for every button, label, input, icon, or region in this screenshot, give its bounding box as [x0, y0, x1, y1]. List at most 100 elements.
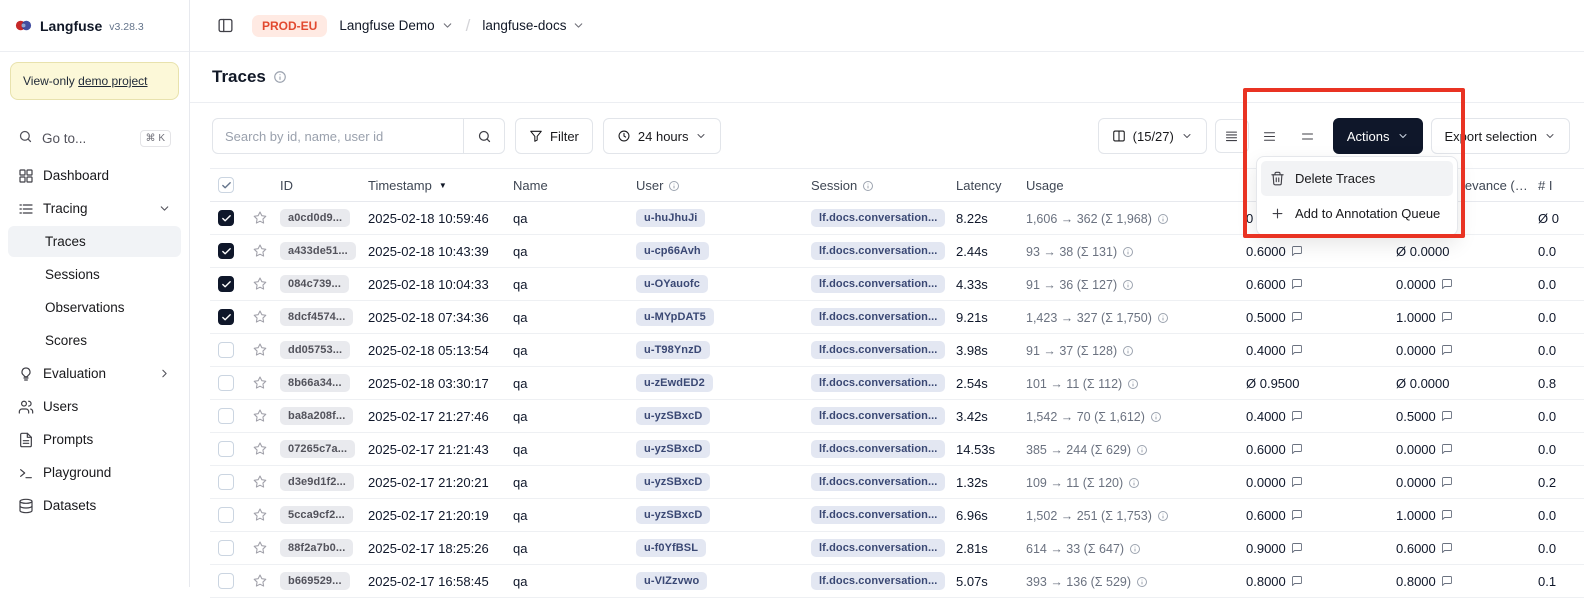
trace-row[interactable]: b669529...2025-02-17 16:58:45qau-VIZzvwo… [210, 565, 1584, 598]
row-height-large-button[interactable] [1291, 119, 1325, 153]
sidebar-item-playground[interactable]: Playground [8, 457, 181, 488]
export-selection-button[interactable]: Export selection [1431, 118, 1571, 154]
trace-id-badge[interactable]: 8dcf4574... [280, 308, 353, 326]
bookmark-star-icon[interactable] [252, 276, 264, 292]
bookmark-star-icon[interactable] [252, 243, 264, 259]
trace-row[interactable]: 88f2a7b0...2025-02-17 18:25:26qau-f0YfBS… [210, 532, 1584, 565]
user-badge[interactable]: u-T98YnzD [636, 341, 710, 359]
user-badge[interactable]: u-VIZzvwo [636, 572, 707, 590]
time-range-button[interactable]: 24 hours [603, 118, 722, 154]
session-badge[interactable]: lf.docs.conversation... [811, 242, 945, 260]
project-switcher[interactable]: langfuse-docs [482, 18, 585, 33]
menu-item-add-to-annotation-queue[interactable]: Add to Annotation Queue [1261, 196, 1453, 231]
user-badge[interactable]: u-MYpDAT5 [636, 308, 714, 326]
user-badge[interactable]: u-yzSBxcD [636, 506, 710, 524]
row-checkbox[interactable] [218, 309, 234, 325]
select-all-checkbox[interactable] [218, 177, 234, 193]
trace-id-badge[interactable]: 5cca9cf2... [280, 506, 353, 524]
trace-id-badge[interactable]: a433de51... [280, 242, 356, 260]
bookmark-star-icon[interactable] [252, 309, 264, 325]
row-checkbox[interactable] [218, 375, 234, 391]
sidebar-item-scores[interactable]: Scores [8, 325, 181, 356]
trace-row[interactable]: 5cca9cf2...2025-02-17 21:20:19qau-yzSBxc… [210, 499, 1584, 532]
bookmark-star-icon[interactable] [252, 375, 264, 391]
demo-project-link[interactable]: demo project [78, 74, 147, 88]
col-score-3[interactable]: # I [1530, 169, 1584, 202]
column-visibility-button[interactable]: (15/27) [1098, 118, 1207, 154]
trace-id-badge[interactable]: a0cd0d9... [280, 209, 350, 227]
trace-id-badge[interactable]: ba8a208f... [280, 407, 353, 425]
trace-id-badge[interactable]: 88f2a7b0... [280, 539, 353, 557]
col-name[interactable]: Name [505, 169, 628, 202]
session-badge[interactable]: lf.docs.conversation... [811, 275, 945, 293]
trace-id-badge[interactable]: 8b66a34... [280, 374, 350, 392]
row-checkbox[interactable] [218, 276, 234, 292]
user-badge[interactable]: u-cp66Avh [636, 242, 709, 260]
bookmark-star-icon[interactable] [252, 474, 264, 490]
search-input[interactable] [212, 118, 464, 154]
bookmark-star-icon[interactable] [252, 540, 264, 556]
sidebar-item-users[interactable]: Users [8, 391, 181, 422]
row-checkbox[interactable] [218, 408, 234, 424]
user-badge[interactable]: u-huJhuJi [636, 209, 705, 227]
sidebar-item-dashboard[interactable]: Dashboard [8, 160, 181, 191]
bookmark-star-icon[interactable] [252, 210, 264, 226]
bookmark-star-icon[interactable] [252, 441, 264, 457]
menu-item-delete-traces[interactable]: Delete Traces [1261, 161, 1453, 196]
org-switcher[interactable]: Langfuse Demo [339, 18, 453, 33]
session-badge[interactable]: lf.docs.conversation... [811, 539, 945, 557]
sidebar-item-evaluation[interactable]: Evaluation [8, 358, 181, 389]
trace-id-badge[interactable]: b669529... [280, 572, 350, 590]
col-usage[interactable]: Usage [1018, 169, 1238, 202]
row-checkbox[interactable] [218, 441, 234, 457]
user-badge[interactable]: u-yzSBxcD [636, 407, 710, 425]
row-checkbox[interactable] [218, 210, 234, 226]
session-badge[interactable]: lf.docs.conversation... [811, 506, 945, 524]
sidebar-item-prompts[interactable]: Prompts [8, 424, 181, 455]
bookmark-star-icon[interactable] [252, 408, 264, 424]
col-timestamp[interactable]: Timestamp▼ [360, 169, 505, 202]
session-badge[interactable]: lf.docs.conversation... [811, 209, 945, 227]
trace-row[interactable]: 084c739...2025-02-18 10:04:33qau-OYauofc… [210, 268, 1584, 301]
filter-button[interactable]: Filter [515, 118, 593, 154]
row-checkbox[interactable] [218, 540, 234, 556]
page-info-icon[interactable] [273, 70, 287, 84]
trace-row[interactable]: ba8a208f...2025-02-17 21:27:46qau-yzSBxc… [210, 400, 1584, 433]
row-checkbox[interactable] [218, 507, 234, 523]
row-checkbox[interactable] [218, 243, 234, 259]
trace-row[interactable]: 8dcf4574...2025-02-18 07:34:36qau-MYpDAT… [210, 301, 1584, 334]
trace-id-badge[interactable]: 07265c7a... [280, 440, 355, 458]
search-submit-button[interactable] [463, 118, 505, 154]
user-badge[interactable]: u-OYauofc [636, 275, 708, 293]
sidebar-item-datasets[interactable]: Datasets [8, 490, 181, 521]
trace-id-badge[interactable]: d3e9d1f2... [280, 473, 354, 491]
trace-id-badge[interactable]: dd05753... [280, 341, 350, 359]
session-badge[interactable]: lf.docs.conversation... [811, 341, 945, 359]
session-badge[interactable]: lf.docs.conversation... [811, 374, 945, 392]
session-badge[interactable]: lf.docs.conversation... [811, 407, 945, 425]
trace-row[interactable]: dd05753...2025-02-18 05:13:54qau-T98YnzD… [210, 334, 1584, 367]
row-checkbox[interactable] [218, 342, 234, 358]
trace-row[interactable]: a433de51...2025-02-18 10:43:39qau-cp66Av… [210, 235, 1584, 268]
col-latency[interactable]: Latency [948, 169, 1018, 202]
session-badge[interactable]: lf.docs.conversation... [811, 473, 945, 491]
col-id[interactable]: ID [272, 169, 360, 202]
row-height-medium-button[interactable] [1253, 119, 1287, 153]
col-session[interactable]: Session [803, 169, 948, 202]
col-user[interactable]: User [628, 169, 803, 202]
row-height-small-button[interactable] [1215, 119, 1249, 153]
bookmark-star-icon[interactable] [252, 342, 264, 358]
session-badge[interactable]: lf.docs.conversation... [811, 308, 945, 326]
trace-row[interactable]: d3e9d1f2...2025-02-17 21:20:21qau-yzSBxc… [210, 466, 1584, 499]
sidebar-item-sessions[interactable]: Sessions [8, 259, 181, 290]
goto-search[interactable]: Go to... ⌘ K [8, 122, 181, 154]
trace-row[interactable]: 8b66a34...2025-02-18 03:30:17qau-zEwdED2… [210, 367, 1584, 400]
sidebar-item-traces[interactable]: Traces [8, 226, 181, 257]
sidebar-item-observations[interactable]: Observations [8, 292, 181, 323]
sidebar-item-tracing[interactable]: Tracing [8, 193, 181, 224]
session-badge[interactable]: lf.docs.conversation... [811, 440, 945, 458]
user-badge[interactable]: u-zEwdED2 [636, 374, 713, 392]
row-checkbox[interactable] [218, 474, 234, 490]
user-badge[interactable]: u-yzSBxcD [636, 473, 710, 491]
bookmark-star-icon[interactable] [252, 507, 264, 523]
